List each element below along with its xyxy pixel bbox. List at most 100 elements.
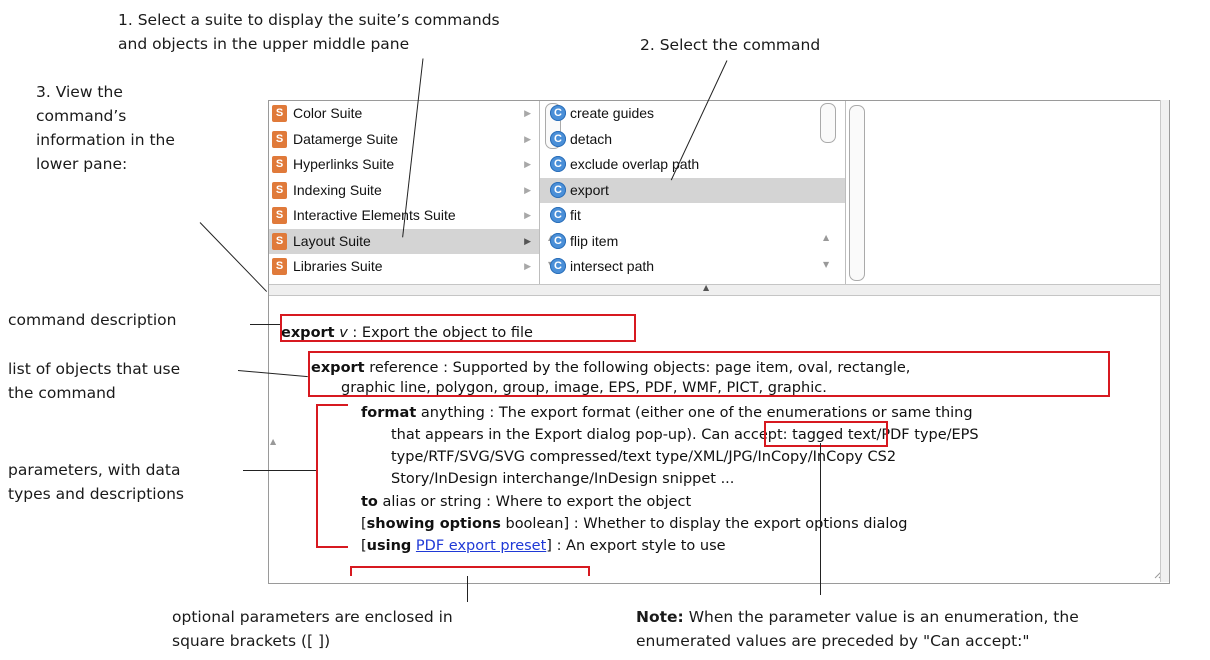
param-name: format — [361, 405, 417, 421]
command-label: detach — [570, 130, 613, 147]
command-item[interactable]: Cfit — [540, 203, 845, 229]
suite-label: Datamerge Suite — [293, 130, 399, 147]
scroll-up-arrow-icon[interactable]: ▲ — [823, 233, 829, 242]
callout-line: optional parameters are enclosed in — [172, 608, 453, 626]
window-edge — [1160, 100, 1169, 582]
command-description-box — [280, 314, 636, 342]
to-param: to alias or string : Where to export the… — [361, 492, 691, 512]
pane-splitter[interactable]: ▲ — [269, 283, 1169, 296]
commands-scrollbar[interactable] — [820, 103, 836, 143]
suite-label: Color Suite — [293, 105, 363, 121]
callout-line: information in the — [36, 131, 175, 149]
command-label: export — [570, 181, 609, 198]
param-text: anything : The export format (either one… — [416, 405, 973, 421]
leader-line — [199, 222, 268, 292]
suite-item[interactable]: S Color Suite ▶ — [269, 101, 539, 127]
suite-item[interactable]: S Hyperlinks Suite ▶ — [269, 152, 539, 178]
third-column-scrollbar[interactable] — [849, 105, 865, 281]
suite-label: Libraries Suite — [293, 258, 383, 274]
suite-item-selected[interactable]: S Layout Suite ▶ — [269, 228, 539, 254]
callout-line: and objects in the upper middle pane — [118, 35, 410, 53]
format-param-line1: format anything : The export format (eit… — [361, 403, 973, 423]
command-label: flip item — [570, 232, 619, 249]
command-item[interactable]: Cflip item — [540, 229, 845, 255]
callout-line: parameters, with data — [8, 461, 181, 479]
param-name: to — [361, 494, 378, 510]
can-accept-box — [764, 421, 888, 447]
param-text: Story/InDesign interchange/InDesign snip… — [391, 471, 735, 487]
command-item[interactable]: Ccreate guides — [540, 101, 845, 127]
callout-line: Note: When the parameter value is an enu… — [636, 605, 1079, 629]
commands-column: Ccreate guides Cdetach Cexclude overlap … — [540, 101, 846, 284]
callout-objects-list: list of objects that use the command — [8, 357, 180, 405]
callout-line: types and descriptions — [8, 485, 184, 503]
callout-line: lower pane: — [36, 155, 128, 173]
splitter-grip-icon[interactable]: ▲ — [703, 283, 709, 292]
chevron-right-icon: ▶ — [524, 210, 531, 220]
chevron-right-icon: ▶ — [524, 235, 531, 246]
callout-parameters: parameters, with data types and descript… — [8, 458, 184, 506]
optional-params-bracket — [350, 566, 590, 576]
scroll-up-arrow-icon[interactable]: ▲ — [270, 437, 276, 446]
command-label: intersect path — [570, 258, 655, 274]
param-text: ] : An export style to use — [546, 538, 726, 554]
suite-label: Interactive Elements Suite — [293, 207, 456, 223]
format-param-line2: that appears in the Export dialog pop-up… — [391, 425, 979, 445]
showing-options-param: [showing options boolean] : Whether to d… — [361, 514, 908, 534]
dictionary-window: S Color Suite ▶ S Datamerge Suite ▶ S Hyperli… — [268, 100, 1170, 584]
chevron-right-icon: ▶ — [524, 159, 531, 169]
suites-column: S Color Suite ▶ S Datamerge Suite ▶ S Hyperli… — [269, 101, 561, 284]
leader-line — [243, 470, 316, 471]
suite-icon: S — [272, 181, 287, 199]
chevron-right-icon: ▶ — [524, 184, 531, 195]
suite-icon: S — [272, 258, 287, 275]
command-icon: C — [550, 130, 566, 147]
suite-icon: S — [272, 232, 287, 250]
parameters-bracket — [316, 404, 348, 548]
command-icon: C — [550, 156, 566, 172]
suite-icon: S — [272, 156, 287, 173]
command-label: fit — [570, 207, 581, 223]
suite-label: Hyperlinks Suite — [293, 156, 395, 172]
param-text: alias or string : Where to export the ob… — [377, 494, 692, 510]
scroll-down-arrow-icon[interactable]: ▼ — [823, 260, 829, 269]
command-icon: C — [550, 258, 566, 274]
param-text: that appears in the Export dialog pop-up… — [391, 427, 702, 443]
callout-line: 1. Select a suite to display the suite’s… — [118, 11, 500, 29]
callout-note: Note: When the parameter value is an enu… — [636, 605, 1079, 653]
pdf-export-preset-link[interactable]: PDF export preset — [416, 538, 546, 554]
param-name: showing options — [366, 516, 501, 532]
command-icon: C — [550, 105, 566, 121]
callout-line: list of objects that use — [8, 360, 181, 378]
callout-line: the command — [8, 384, 116, 402]
suite-label: Layout Suite — [293, 232, 371, 249]
callout-line: 3. View the — [36, 83, 123, 101]
chevron-right-icon: ▶ — [524, 133, 531, 144]
command-label: create guides — [570, 105, 655, 121]
command-icon: C — [550, 232, 566, 249]
suite-item[interactable]: S Indexing Suite ▶ — [269, 178, 539, 204]
suite-item[interactable]: S Datamerge Suite ▶ — [269, 127, 539, 153]
note-label: Note: — [636, 608, 684, 626]
callout-command-description: command description — [8, 308, 176, 332]
callout-line: enumerated values are preceded by "Can a… — [636, 632, 1030, 650]
command-icon: C — [550, 181, 566, 198]
callout-optional-params: optional parameters are enclosed in squa… — [172, 605, 453, 653]
callout-line: 2. Select the command — [640, 36, 821, 54]
suite-icon: S — [272, 105, 287, 122]
chevron-right-icon: ▶ — [524, 261, 531, 271]
command-item[interactable]: Cintersect path — [540, 254, 845, 280]
callout-line: command description — [8, 311, 177, 329]
leader-line — [467, 576, 468, 602]
command-item-selected[interactable]: Cexport — [540, 177, 845, 203]
suite-icon: S — [272, 130, 287, 148]
suite-label: Indexing Suite — [293, 181, 382, 198]
leader-line — [250, 324, 280, 325]
objects-list-box — [308, 351, 1110, 397]
callout-line: square brackets ([ ]) — [172, 632, 331, 650]
callout-line: command’s — [36, 107, 127, 125]
suite-item[interactable]: S Libraries Suite ▶ — [269, 254, 539, 280]
command-item[interactable]: Cexclude overlap path — [540, 152, 845, 178]
lower-pane-scrollbar[interactable]: ▲ — [269, 297, 279, 577]
suite-icon: S — [272, 207, 287, 224]
